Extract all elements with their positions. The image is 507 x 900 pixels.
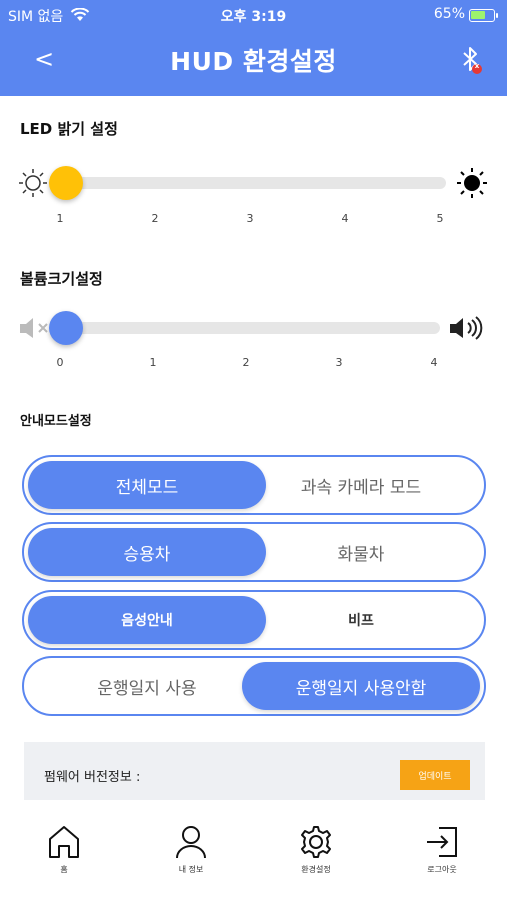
app-header: SIM 없음 오후 3:19 65% < HUD 환경설정 x xyxy=(0,0,507,96)
voice-guide-option[interactable]: 음성안내 xyxy=(28,596,266,644)
sun-outline-icon xyxy=(19,169,47,197)
tab-settings-label: 환경설정 xyxy=(301,865,331,874)
volume-loud-icon xyxy=(450,316,483,340)
sun-filled-icon xyxy=(457,168,487,198)
tab-my-info[interactable]: 내 정보 xyxy=(146,816,236,875)
passenger-car-option[interactable]: 승용차 xyxy=(28,528,266,576)
volume-tick-labels: 0 1 2 3 4 xyxy=(16,356,491,372)
tab-logout[interactable]: 로그아웃 xyxy=(397,816,487,875)
bluetooth-disconnected-badge: x xyxy=(474,62,480,70)
led-tick: 5 xyxy=(436,212,444,225)
beep-option[interactable]: 비프 xyxy=(242,596,480,644)
truck-option[interactable]: 화물차 xyxy=(242,528,480,576)
led-brightness-slider[interactable] xyxy=(16,166,491,200)
logout-icon xyxy=(427,827,457,857)
bottom-tab-bar: 홈 내 정보 환경설정 로그아웃 xyxy=(0,816,507,900)
led-tick: 4 xyxy=(341,212,349,225)
tab-settings[interactable]: 환경설정 xyxy=(271,816,361,875)
drive-log-on-option[interactable]: 운행일지 사용 xyxy=(28,662,266,710)
volume-tick: 2 xyxy=(242,356,250,369)
led-section-title: LED 밝기 설정 xyxy=(20,120,118,138)
tab-home[interactable]: 홈 xyxy=(19,816,109,875)
drive-log-off-option[interactable]: 운행일지 사용안함 xyxy=(242,662,480,710)
led-tick-labels: 1 2 3 4 5 xyxy=(16,212,491,228)
led-tick: 2 xyxy=(151,212,159,225)
led-tick: 3 xyxy=(246,212,254,225)
user-icon xyxy=(176,826,206,859)
volume-section-title: 볼륨크기설정 xyxy=(20,270,103,288)
clock: 오후 3:19 xyxy=(220,9,287,25)
tab-logout-label: 로그아웃 xyxy=(427,865,457,874)
volume-mute-icon xyxy=(20,318,48,338)
volume-slider[interactable] xyxy=(16,311,491,345)
led-tick: 1 xyxy=(56,212,64,225)
tab-my-info-label: 내 정보 xyxy=(178,865,204,874)
firmware-version-label: 펌웨어 버전정보 : xyxy=(44,770,141,785)
speed-camera-mode-option[interactable]: 과속 카메라 모드 xyxy=(242,461,480,509)
all-mode-option[interactable]: 전체모드 xyxy=(28,461,266,509)
volume-tick: 4 xyxy=(430,356,438,369)
sound-toggle[interactable]: 음성안내 비프 xyxy=(22,590,486,650)
firmware-panel: 펌웨어 버전정보 : 업데이트 xyxy=(24,742,485,800)
battery-icon xyxy=(469,9,498,22)
led-slider-knob[interactable] xyxy=(49,166,83,200)
update-button[interactable]: 업데이트 xyxy=(400,760,470,790)
led-track[interactable] xyxy=(60,177,446,189)
bluetooth-button[interactable]: x xyxy=(456,44,486,76)
volume-slider-knob[interactable] xyxy=(49,311,83,345)
volume-tick: 0 xyxy=(56,356,64,369)
gear-icon xyxy=(301,826,331,858)
drive-log-toggle[interactable]: 운행일지 사용 운행일지 사용안함 xyxy=(22,656,486,716)
home-icon xyxy=(49,826,79,858)
status-bar: SIM 없음 오후 3:19 65% xyxy=(0,6,507,26)
tab-home-label: 홈 xyxy=(60,865,68,874)
volume-track[interactable] xyxy=(60,322,440,334)
bluetooth-icon xyxy=(463,47,482,74)
volume-tick: 1 xyxy=(149,356,157,369)
mode-toggle[interactable]: 전체모드 과속 카메라 모드 xyxy=(22,455,486,515)
guide-section-title: 안내모드설정 xyxy=(20,414,92,429)
page-title: HUD 환경설정 xyxy=(170,47,337,76)
battery-percent: 65% xyxy=(433,6,465,22)
volume-tick: 3 xyxy=(335,356,343,369)
vehicle-toggle[interactable]: 승용차 화물차 xyxy=(22,522,486,582)
